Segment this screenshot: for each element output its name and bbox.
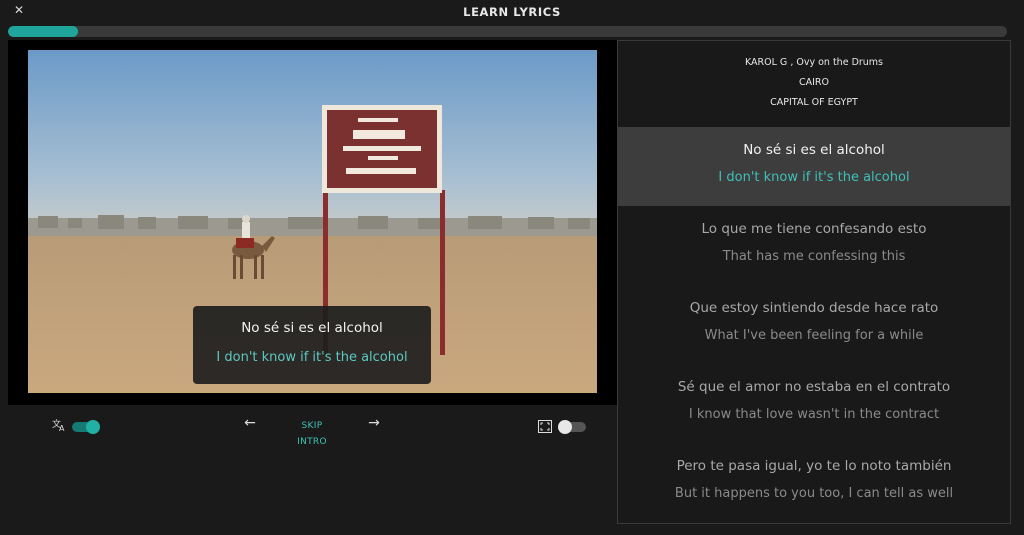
translate-toggle[interactable] — [72, 420, 100, 434]
caption-original: No sé si es el alcohol — [241, 320, 383, 336]
lyrics-panel[interactable]: KAROL G , Ovy on the Drums CAIRO CAPITAL… — [617, 40, 1011, 524]
lyric-original: Sé que el amor no estaba en el contrato — [677, 379, 951, 395]
arrow-left-icon[interactable]: ← — [242, 415, 258, 431]
page-title: LEARN LYRICS — [463, 5, 561, 19]
skip-intro-line2: INTRO — [297, 437, 327, 447]
lyric-line[interactable]: No sé si es el alcohol I don't know if i… — [618, 127, 1010, 206]
lyric-line[interactable]: Sé que el amor no estaba en el contrato … — [618, 365, 1010, 443]
lyric-original: Pero te pasa igual, yo te lo noto tambié… — [676, 458, 952, 474]
location-description: CAPITAL OF EGYPT — [770, 97, 858, 108]
lyric-line[interactable]: Que estoy sintiendo desde hace rato What… — [618, 286, 1010, 364]
video-player[interactable]: No sé si es el alcohol I don't know if i… — [8, 40, 617, 405]
lyric-translation: I know that love wasn't in the contract — [688, 407, 940, 422]
lyric-line[interactable]: Pero te pasa igual, yo te lo noto tambié… — [618, 444, 1010, 522]
player-controls: 文 A ← SKIP INTRO → — [8, 412, 617, 452]
artist-name: KAROL G , Ovy on the Drums — [744, 57, 884, 68]
lyric-original: No sé si es el alcohol — [743, 142, 885, 158]
fullscreen-toggle[interactable] — [558, 420, 586, 434]
location-name: CAIRO — [798, 77, 829, 88]
lyric-original: Que estoy sintiendo desde hace rato — [689, 300, 939, 316]
svg-text:A: A — [59, 424, 65, 432]
song-meta: KAROL G , Ovy on the Drums CAIRO CAPITAL… — [618, 53, 1010, 113]
lyric-translation: What I've been feeling for a while — [704, 328, 924, 343]
skip-intro-line1: SKIP — [301, 421, 323, 431]
fullscreen-icon[interactable] — [538, 418, 552, 433]
progress-fill — [8, 26, 78, 37]
lyric-translation: But it happens to you too, I can tell as… — [674, 486, 954, 501]
skip-intro-button[interactable]: SKIP INTRO — [286, 418, 338, 450]
lyric-line[interactable]: Lo que me tiene confesando esto That has… — [618, 207, 1010, 285]
progress-bar — [8, 26, 1007, 37]
lyric-original: Lo que me tiene confesando esto — [701, 221, 927, 237]
video-caption: No sé si es el alcohol I don't know if i… — [193, 306, 431, 384]
lyric-translation: That has me confessing this — [722, 249, 906, 264]
caption-translation: I don't know if it's the alcohol — [216, 350, 408, 365]
arrow-right-icon[interactable]: → — [366, 415, 382, 431]
fullscreen-toggle-knob — [558, 420, 572, 434]
translate-icon[interactable]: 文 A — [52, 417, 66, 433]
top-bar: ✕ LEARN LYRICS — [0, 0, 1024, 24]
translate-toggle-knob — [86, 420, 100, 434]
lyric-translation: I don't know if it's the alcohol — [718, 170, 910, 185]
